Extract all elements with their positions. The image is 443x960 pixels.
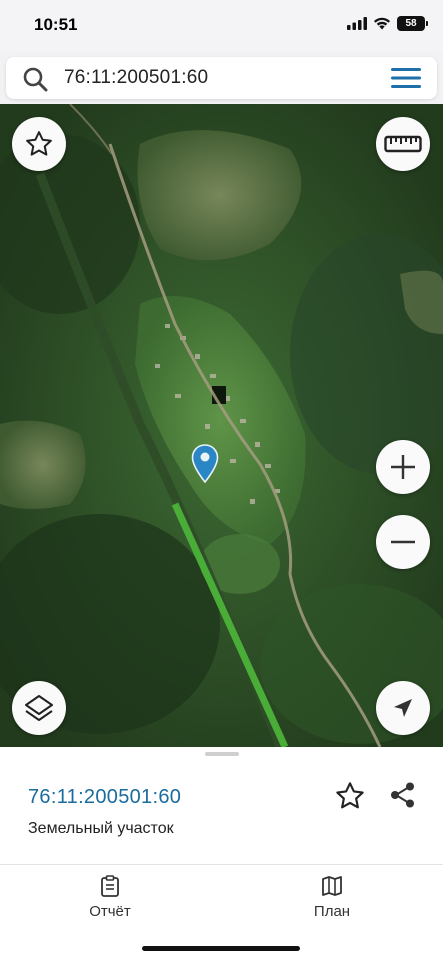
star-icon (26, 131, 52, 156)
my-location-button[interactable] (376, 681, 430, 735)
clipboard-icon (101, 875, 119, 897)
home-indicator[interactable] (142, 946, 300, 951)
tab-report-label: Отчёт (89, 903, 131, 920)
status-icons: 58 (347, 16, 428, 31)
measure-button[interactable] (376, 117, 430, 171)
search-icon[interactable] (22, 66, 48, 92)
add-favorite-star-icon[interactable] (334, 780, 366, 812)
search-input[interactable]: 76:11:200501:60 (64, 67, 208, 89)
favorite-map-button[interactable] (12, 117, 66, 171)
battery-icon: 58 (397, 16, 428, 31)
zoom-out-button[interactable] (376, 515, 430, 569)
satellite-imagery (0, 104, 443, 747)
layers-icon (25, 695, 53, 721)
parcel-info-sheet[interactable]: 76:11:200501:60 Земельный участок (0, 747, 443, 864)
cadastral-number[interactable]: 76:11:200501:60 (28, 786, 181, 809)
bottom-tab-bar: Отчёт План (0, 864, 443, 960)
tab-plan-label: План (313, 903, 351, 920)
ruler-icon (384, 135, 422, 153)
tab-plan[interactable]: План (282, 875, 382, 920)
locate-arrow-icon (394, 699, 412, 717)
satellite-map[interactable] (0, 104, 443, 747)
layers-button[interactable] (12, 681, 66, 735)
status-time: 10:51 (34, 15, 78, 34)
search-bar[interactable]: 76:11:200501:60 (6, 57, 437, 99)
tab-report[interactable]: Отчёт (60, 875, 160, 920)
status-bar: 10:51 58 (0, 0, 443, 52)
map-icon (322, 876, 342, 896)
zoom-in-icon (391, 455, 415, 479)
zoom-in-button[interactable] (376, 440, 430, 494)
battery-level: 58 (405, 18, 417, 29)
share-icon[interactable] (389, 781, 417, 809)
wifi-icon (374, 17, 390, 30)
cellular-signal-icon (347, 17, 367, 30)
sheet-drag-handle[interactable] (205, 752, 239, 756)
hamburger-menu-icon[interactable] (389, 67, 423, 89)
zoom-out-icon (391, 540, 415, 544)
map-pin-icon[interactable] (191, 444, 219, 484)
parcel-type-label: Земельный участок (28, 820, 174, 837)
